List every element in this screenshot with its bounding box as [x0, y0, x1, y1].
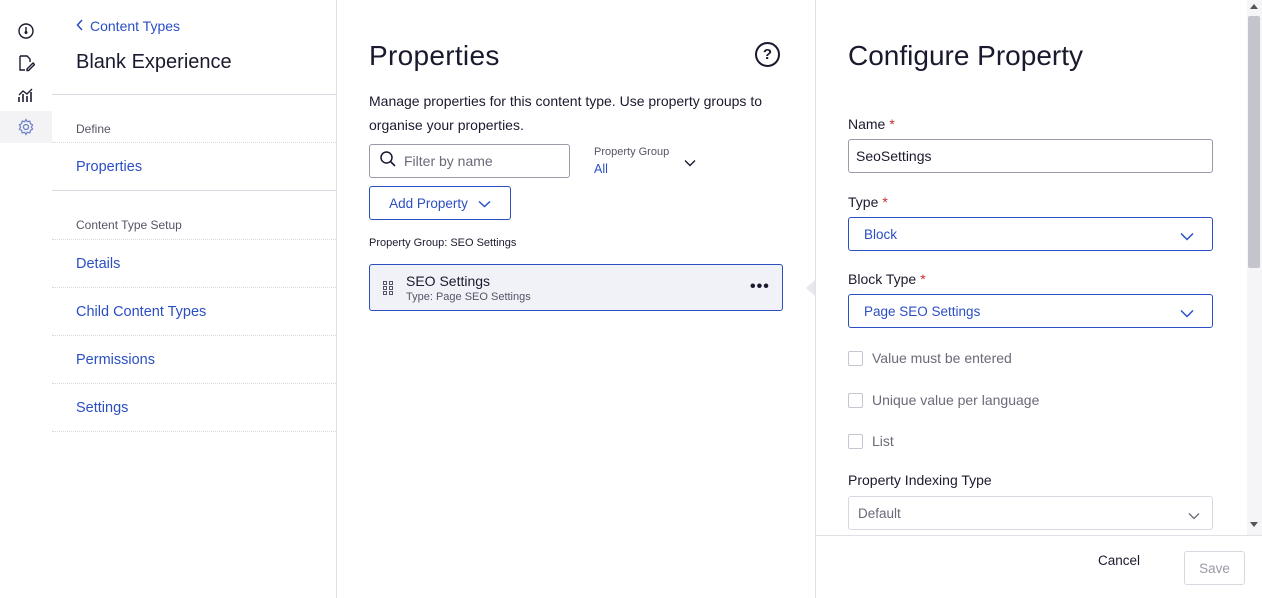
- divider: [52, 190, 336, 191]
- section-define: Define: [76, 122, 111, 136]
- footer-divider: [816, 535, 1262, 536]
- list-label: List: [872, 433, 894, 449]
- help-icon[interactable]: ?: [755, 42, 780, 67]
- value-required-label: Value must be entered: [872, 350, 1012, 366]
- divider: [52, 383, 336, 384]
- section-content-type-setup: Content Type Setup: [76, 218, 182, 232]
- list-checkbox-row[interactable]: List: [848, 433, 894, 449]
- add-property-label: Add Property: [389, 195, 468, 211]
- divider: [52, 431, 336, 432]
- type-label-text: Type: [848, 194, 879, 210]
- cancel-button[interactable]: Cancel: [1098, 553, 1140, 568]
- scrollbar-thumb[interactable]: [1248, 16, 1260, 268]
- properties-panel: Properties ? Manage properties for this …: [337, 0, 815, 598]
- name-label-text: Name: [848, 116, 886, 132]
- chevron-left-icon: [76, 18, 84, 34]
- divider: [52, 94, 336, 95]
- unique-per-language-label: Unique value per language: [872, 392, 1040, 408]
- chevron-down-icon: [1188, 508, 1200, 523]
- divider: [52, 142, 336, 143]
- nav-item-permissions[interactable]: Permissions: [76, 352, 155, 368]
- chevron-down-icon[interactable]: [684, 154, 696, 172]
- chevron-down-icon: [1180, 306, 1194, 321]
- block-type-field-label: Block Type *: [848, 271, 926, 287]
- name-field-label: Name *: [848, 116, 895, 132]
- name-field[interactable]: SeoSettings: [848, 139, 1213, 173]
- scroll-down-arrow-icon[interactable]: [1250, 522, 1258, 527]
- property-group-heading: Property Group: SEO Settings: [369, 237, 517, 249]
- settings-gear-icon[interactable]: [0, 111, 52, 143]
- divider: [52, 287, 336, 288]
- analytics-icon[interactable]: [0, 79, 52, 111]
- type-select[interactable]: Block: [848, 217, 1213, 251]
- required-marker: *: [889, 116, 895, 132]
- properties-description: Manage properties for this content type.…: [369, 93, 762, 133]
- more-options-icon[interactable]: •••: [750, 278, 770, 296]
- divider: [52, 335, 336, 336]
- filter-input[interactable]: [404, 153, 554, 169]
- content-type-title: Blank Experience: [76, 51, 232, 73]
- list-checkbox[interactable]: [848, 433, 863, 449]
- save-button[interactable]: Save: [1184, 551, 1245, 585]
- content-type-nav: Content Types Blank Experience Define Pr…: [52, 0, 336, 598]
- drag-handle-icon[interactable]: [383, 281, 393, 300]
- indexing-type-select[interactable]: Default: [848, 496, 1213, 530]
- filter-search-box: [369, 144, 570, 178]
- value-required-checkbox-row[interactable]: Value must be entered: [848, 350, 1012, 366]
- chevron-down-icon: [1180, 229, 1194, 244]
- property-type: Type: Page SEO Settings: [406, 291, 531, 303]
- dashboard-gauge-icon[interactable]: [0, 15, 52, 47]
- unique-per-language-checkbox[interactable]: [848, 392, 863, 408]
- configure-property-panel: Configure Property Name * SeoSettings Typ…: [816, 0, 1262, 598]
- required-marker: *: [920, 271, 926, 287]
- divider: [52, 239, 336, 240]
- chevron-down-icon: [478, 196, 491, 211]
- edit-content-icon[interactable]: [0, 47, 52, 79]
- required-marker: *: [882, 194, 888, 210]
- selection-pointer: [806, 280, 815, 296]
- back-link-label: Content Types: [90, 18, 181, 34]
- nav-item-details[interactable]: Details: [76, 256, 120, 272]
- back-to-content-types-link[interactable]: Content Types: [76, 18, 180, 34]
- configure-property-title: Configure Property: [848, 40, 1084, 71]
- property-name: SEO Settings: [406, 273, 491, 289]
- add-property-button[interactable]: Add Property: [369, 186, 511, 220]
- search-icon: [379, 150, 397, 173]
- nav-item-child-content-types[interactable]: Child Content Types: [76, 304, 206, 320]
- block-type-label-text: Block Type: [848, 271, 917, 287]
- type-field-label: Type *: [848, 194, 888, 210]
- value-required-checkbox[interactable]: [848, 350, 863, 366]
- properties-title: Properties: [369, 40, 500, 71]
- indexing-type-label: Property Indexing Type: [848, 472, 992, 488]
- unique-per-language-checkbox-row[interactable]: Unique value per language: [848, 392, 1039, 408]
- nav-item-properties[interactable]: Properties: [76, 159, 142, 175]
- property-group-filter-value[interactable]: All: [594, 162, 608, 176]
- block-type-select-value: Page SEO Settings: [864, 303, 981, 319]
- nav-item-settings[interactable]: Settings: [76, 400, 128, 416]
- scroll-up-arrow-icon[interactable]: [1250, 4, 1258, 9]
- property-group-filter-label: Property Group: [594, 146, 670, 158]
- indexing-type-value: Default: [858, 505, 901, 521]
- property-card[interactable]: SEO Settings Type: Page SEO Settings •••: [369, 264, 783, 311]
- type-select-value: Block: [864, 226, 898, 242]
- icon-rail: [0, 0, 52, 598]
- block-type-select[interactable]: Page SEO Settings: [848, 294, 1213, 328]
